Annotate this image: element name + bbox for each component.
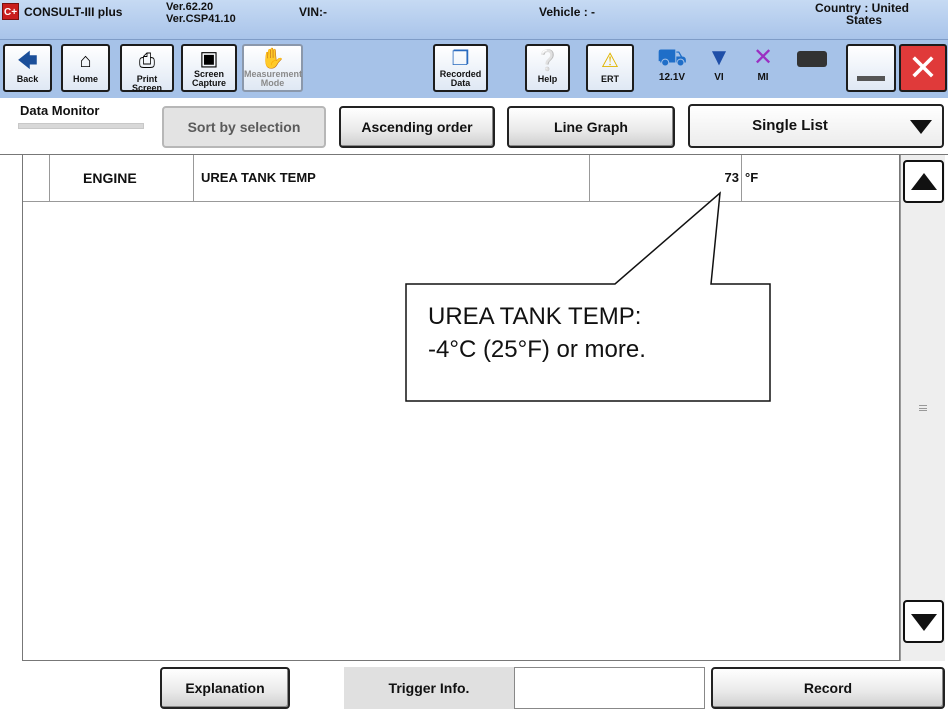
column-divider — [49, 155, 50, 201]
home-label: Home — [72, 74, 98, 84]
column-divider — [193, 155, 194, 201]
trigger-info-field — [514, 667, 705, 709]
scroll-down-button[interactable] — [903, 600, 944, 643]
camera-icon: ▣ — [199, 48, 219, 70]
print-screen-label: Print Screen — [131, 74, 163, 93]
back-label: Back — [16, 74, 39, 84]
close-button[interactable]: ✕ — [899, 44, 947, 92]
title-bar: C+ CONSULT-III plus Ver.62.20 Ver.CSP41.… — [0, 0, 948, 40]
home-button[interactable]: ⌂ Home — [61, 44, 110, 92]
help-button[interactable]: ❔ Help — [525, 44, 570, 92]
chevron-down-icon — [910, 120, 932, 134]
item-name-cell: UREA TANK TEMP — [201, 170, 316, 185]
ascending-order-button[interactable]: Ascending order — [339, 106, 495, 148]
back-arrow-icon: 🡄 — [17, 50, 38, 72]
record-button[interactable]: Record — [711, 667, 945, 709]
signal-icon: ▼ — [707, 44, 731, 71]
ert-button[interactable]: ⚠ ERT — [586, 44, 634, 92]
toolbar: 🡄 Back ⌂ Home ⎙ Print Screen ▣ Screen Ca… — [0, 40, 948, 98]
vi-indicator: ▼ VI — [702, 44, 736, 94]
list-mode-value: Single List — [752, 117, 828, 134]
hand-icon: ✋ — [260, 48, 285, 70]
help-label: Help — [537, 74, 558, 84]
line-graph-button[interactable]: Line Graph — [507, 106, 675, 148]
data-monitor-underline — [18, 123, 144, 129]
battery-voltage-indicator: ⛟ 12.1V — [650, 44, 694, 94]
back-button[interactable]: 🡄 Back — [3, 44, 52, 92]
data-monitor-list: ENGINE UREA TANK TEMP 73 °F — [22, 155, 900, 661]
arrow-down-icon — [911, 614, 937, 631]
measurement-label-2: Mode — [260, 78, 285, 88]
scroll-up-button[interactable] — [903, 160, 944, 203]
vin-label: VIN:- — [299, 5, 327, 19]
scrollbar-grip[interactable] — [919, 405, 927, 411]
vi-label: VI — [714, 72, 724, 83]
arrow-up-icon — [911, 173, 937, 190]
trigger-info-label: Trigger Info. — [344, 667, 514, 709]
callout-line-2: -4°C (25°F) or more. — [428, 336, 646, 363]
voltage-label: 12.1V — [658, 72, 686, 83]
app-logo: C+ — [2, 3, 19, 20]
app-name: CONSULT-III plus — [24, 5, 123, 19]
printer-icon: ⎙ — [139, 50, 155, 72]
home-icon: ⌂ — [79, 50, 92, 72]
callout-line-1: UREA TANK TEMP: — [428, 303, 642, 330]
close-icon: ✕ — [907, 47, 939, 88]
battery-icon — [794, 44, 830, 72]
recorded-data-icon: ❐ — [451, 48, 470, 70]
ert-label: ERT — [601, 74, 619, 84]
minimize-icon — [857, 76, 885, 81]
system-cell: ENGINE — [83, 170, 137, 186]
version-line-2: Ver.CSP41.10 — [166, 13, 236, 25]
recorded-data-button[interactable]: ❐ Recorded Data — [433, 44, 488, 92]
car-icon: ⛟ — [656, 44, 688, 71]
column-divider — [741, 155, 742, 201]
disconnected-icon: ✕ — [752, 44, 774, 71]
warning-icon: ⚠ — [601, 50, 619, 72]
mi-label: MI — [757, 72, 769, 83]
sort-by-selection-button[interactable]: Sort by selection — [162, 106, 326, 148]
list-mode-dropdown[interactable]: Single List — [688, 104, 944, 148]
data-monitor-title: Data Monitor — [20, 103, 100, 118]
print-screen-button[interactable]: ⎙ Print Screen — [120, 44, 174, 93]
table-row[interactable]: ENGINE UREA TANK TEMP 73 °F — [23, 155, 899, 202]
unit-cell: °F — [745, 170, 759, 185]
version-line-1: Ver.62.20 — [166, 1, 214, 13]
vehicle-label: Vehicle : - — [539, 5, 596, 19]
recorded-label-2: Data — [450, 78, 471, 88]
battery-indicator — [794, 44, 830, 94]
column-divider — [589, 155, 590, 201]
country-line-2: States — [846, 13, 883, 27]
value-cell: 73 — [724, 170, 739, 185]
screen-capture-label-2: Capture — [191, 78, 226, 88]
help-icon: ❔ — [535, 50, 560, 72]
vertical-scrollbar[interactable] — [900, 155, 945, 661]
mi-indicator: ✕ MI — [750, 44, 776, 94]
explanation-button[interactable]: Explanation — [160, 667, 290, 709]
screen-capture-button[interactable]: ▣ Screen Capture — [181, 44, 237, 92]
measurement-mode-button[interactable]: ✋ Measurement Mode — [242, 44, 303, 92]
minimize-button[interactable] — [846, 44, 896, 92]
callout-text: UREA TANK TEMP: -4°C (25°F) or more. — [428, 300, 646, 366]
